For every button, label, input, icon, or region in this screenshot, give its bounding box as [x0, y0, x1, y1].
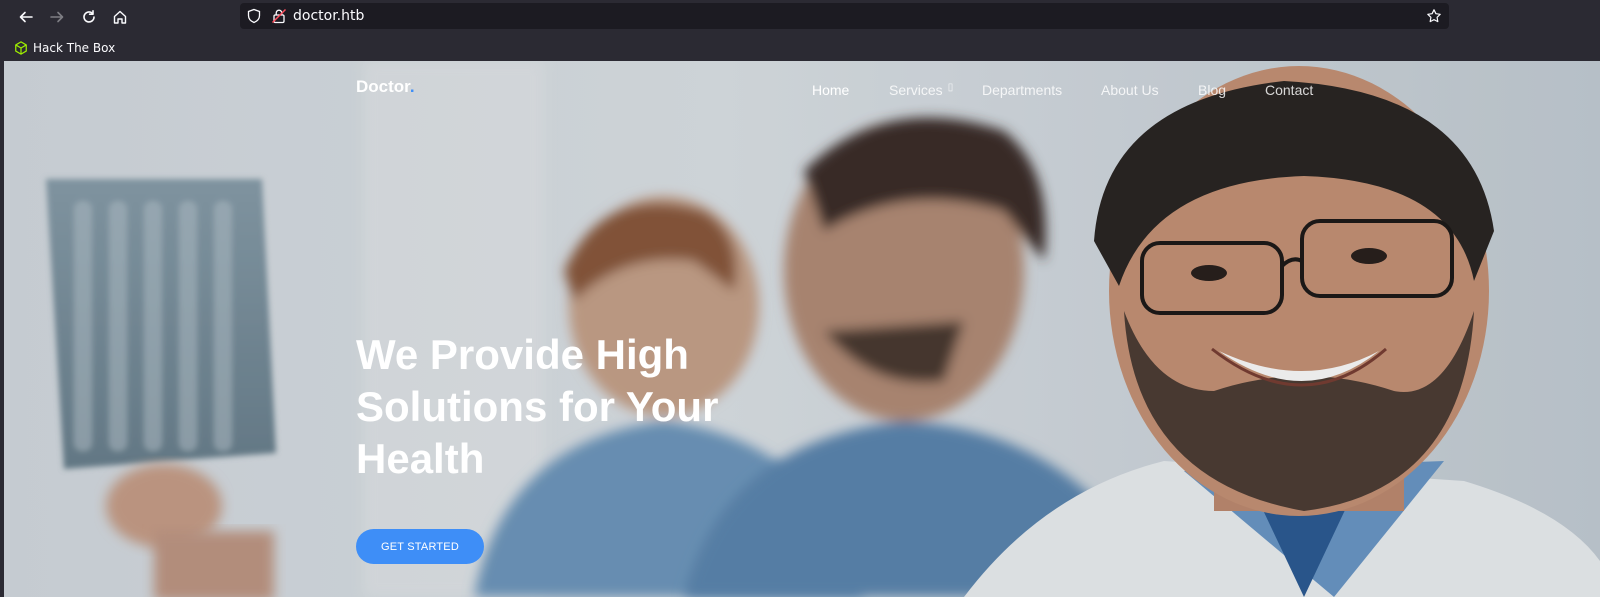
bookmark-label: Hack The Box: [33, 41, 116, 55]
bookmark-star-icon[interactable]: [1426, 8, 1442, 24]
bookmarks-toolbar: Hack The Box: [0, 34, 1600, 61]
hero-overlay: [4, 61, 1600, 597]
shield-icon[interactable]: [246, 8, 262, 24]
home-icon: [113, 10, 127, 24]
arrow-right-icon: [50, 11, 64, 23]
nav-contact[interactable]: Contact: [1265, 82, 1313, 98]
hero-title-line-2: Solutions for Your: [356, 383, 719, 430]
site-logo[interactable]: Doctor.: [356, 77, 415, 97]
reload-button[interactable]: [77, 5, 101, 29]
hero-title-line-1: We Provide High: [356, 331, 689, 378]
arrow-left-icon: [19, 11, 33, 23]
home-button[interactable]: [108, 5, 132, 29]
insecure-lock-icon[interactable]: [271, 8, 287, 24]
nav-services-label: Services: [889, 82, 943, 98]
nav-blog[interactable]: Blog: [1198, 82, 1226, 98]
logo-dot: .: [409, 77, 415, 96]
nav-home[interactable]: Home: [812, 82, 849, 98]
back-button[interactable]: [14, 5, 38, 29]
hero-title-line-3: Health: [356, 435, 485, 482]
logo-text: Doctor: [356, 77, 410, 96]
nav-departments[interactable]: Departments: [982, 82, 1062, 98]
page-viewport: Doctor. Home Services ▯ Departments About…: [4, 61, 1600, 597]
hero-title: We Provide High Solutions for Your Healt…: [356, 329, 776, 485]
reload-icon: [83, 10, 95, 23]
nav-services[interactable]: Services ▯: [889, 82, 953, 98]
browser-toolbar: doctor.htb: [0, 0, 1600, 34]
forward-button[interactable]: [45, 5, 69, 29]
url-bar[interactable]: doctor.htb: [240, 3, 1449, 29]
nav-about-us[interactable]: About Us: [1101, 82, 1159, 98]
dropdown-icon: ▯: [947, 82, 954, 93]
get-started-button[interactable]: GET STARTED: [356, 529, 484, 564]
bookmark-hackthebox[interactable]: Hack The Box: [14, 38, 115, 58]
url-text[interactable]: doctor.htb: [293, 8, 364, 24]
hackthebox-cube-icon: [15, 41, 27, 55]
